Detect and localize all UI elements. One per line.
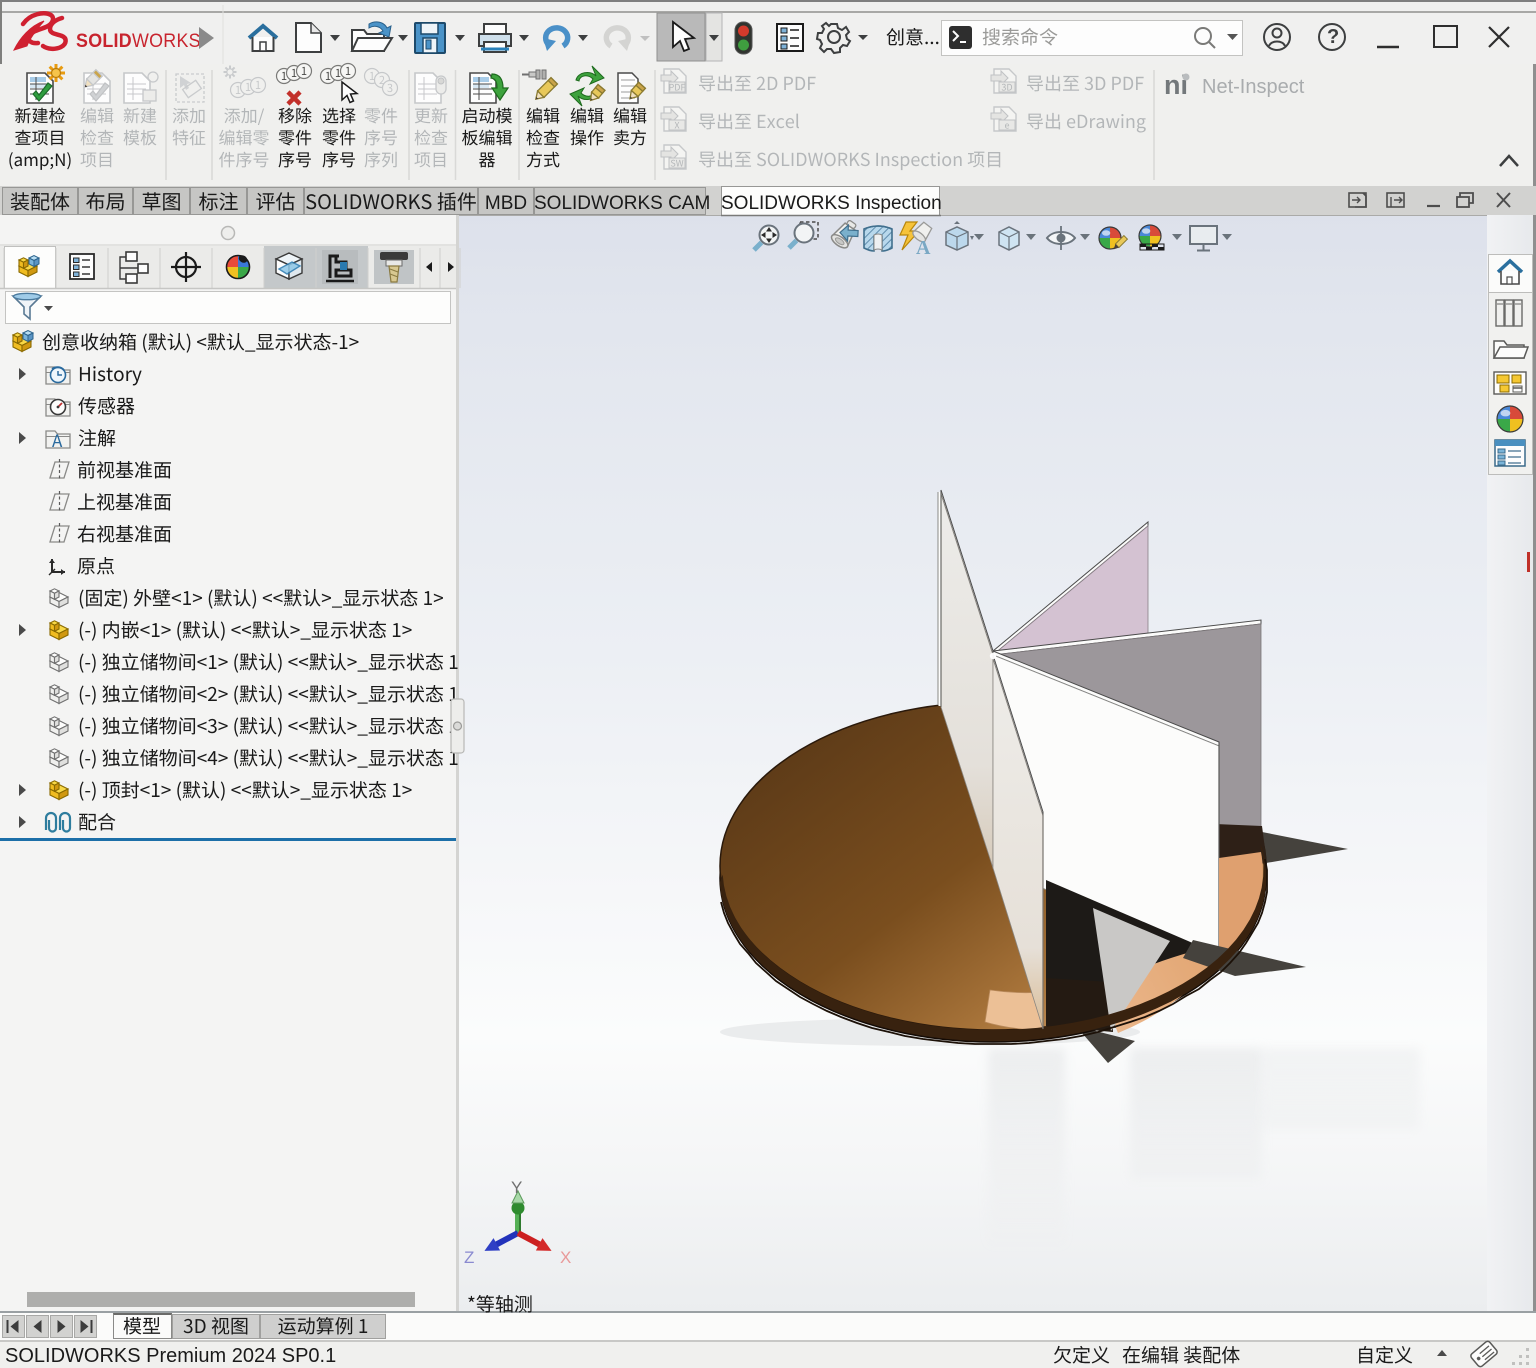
svg-text:A: A bbox=[916, 237, 931, 259]
svg-text:Z: Z bbox=[464, 1248, 474, 1267]
svg-text:Y: Y bbox=[511, 1178, 522, 1197]
svg-text:X: X bbox=[560, 1248, 571, 1267]
